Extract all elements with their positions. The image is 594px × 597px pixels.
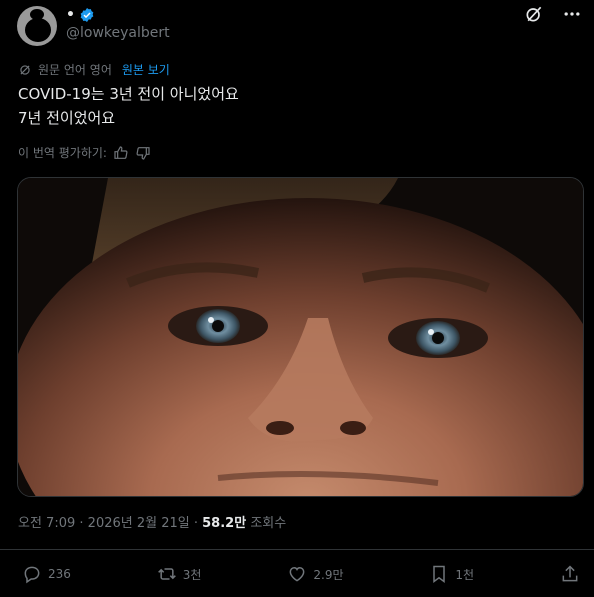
author-name-row: • [66,6,95,24]
reply-icon [24,566,40,584]
tweet-date[interactable]: 2026년 2월 21일 [88,516,190,531]
more-icon[interactable] [562,4,582,24]
meta-separator: · [193,516,198,531]
translate-icon [20,64,30,75]
like-icon [289,566,305,582]
tweet-text: COVID-19는 3년 전이 아니었어요 7년 전이었어요 [18,82,239,130]
like-button[interactable]: 2.9만 [287,564,344,584]
like-count: 2.9만 [313,567,344,582]
tweet-line: 7년 전이었어요 [18,109,116,127]
display-name[interactable]: • [66,7,75,23]
views-count: 58.2만 [202,516,247,531]
tweet-time[interactable]: 오전 7:09 [18,516,75,531]
top-actions [524,4,582,24]
author-handle[interactable]: @lowkeyalbert [66,25,170,41]
translation-notice: 원문 언어 영어 원본 보기 [18,61,170,78]
show-original-link[interactable]: 원본 보기 [122,61,170,78]
bookmark-button[interactable]: 1천 [429,564,474,584]
reply-button[interactable]: 236 [22,564,71,584]
grok-icon[interactable] [524,4,544,24]
verified-badge-icon [80,8,94,22]
divider [0,549,594,550]
repost-button[interactable]: 3천 [157,564,202,584]
tweet-image[interactable] [17,177,584,497]
repost-icon [157,568,176,580]
meta-separator: · [79,516,84,531]
avatar[interactable] [17,6,57,46]
reply-count: 236 [48,567,71,581]
thumbs-up-icon[interactable] [113,145,129,161]
bookmark-icon [433,565,446,583]
bookmark-count: 1천 [455,567,475,582]
share-button[interactable] [560,564,580,584]
rate-translation-label: 이 번역 평가하기: [18,146,107,160]
share-icon [562,565,578,582]
repost-count: 3천 [182,567,202,582]
face-close-up-image [18,178,583,496]
rate-translation: 이 번역 평가하기: [18,144,151,161]
tweet-meta: 오전 7:09 · 2026년 2월 21일 · 58.2만 조회수 [18,512,286,531]
tweet-line: COVID-19는 3년 전이 아니었어요 [18,85,239,103]
views-label: 조회수 [250,516,287,531]
thumbs-down-icon[interactable] [135,145,151,161]
action-bar: 236 3천 2.9만 1천 [22,564,580,584]
translation-notice-text: 원문 언어 영어 [38,63,112,77]
